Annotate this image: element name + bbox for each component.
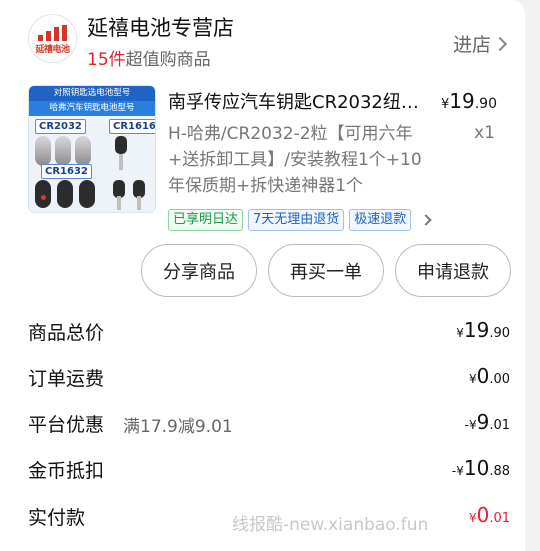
shop-subtitle: 15件超值购商品 [87,45,211,70]
watermark-text: 线报酷-new.xianbao.fun [232,515,429,535]
summary-row-coins: 金币抵扣 -¥10.88 [28,456,510,486]
share-product-button[interactable]: 分享商品 [141,244,257,297]
chevron-right-icon [492,36,508,51]
thumb-banner-1: 对照钥匙选电池型号 [29,86,155,101]
shop-logo-text: 延禧电池 [35,45,70,55]
total-label: 商品总价 [28,322,105,344]
car-key-icon [57,180,73,208]
tag-fast-refund: 极速退款 [349,209,412,231]
summary-row-discount: 平台优惠 满17.9减9.01 -¥9.01 [28,410,510,440]
enter-shop-label: 进店 [452,34,491,56]
enter-shop-link[interactable]: 进店 [452,30,508,57]
refund-button[interactable]: 申请退款 [395,244,511,297]
product-quantity: x1 [474,123,495,143]
summary-row-total: 商品总价 ¥19.90 [28,318,510,348]
product-title[interactable]: 南孚传应汽车钥匙CR2032纽… [168,88,419,114]
key-blade-icon [137,196,141,210]
page-margin [525,0,540,551]
shipping-value: ¥0.00 [468,364,510,388]
key-blade-icon [117,196,121,210]
thumb-banner-2: 哈弗汽车钥匙电池型号 [29,101,155,116]
chevron-right-icon[interactable] [420,214,432,226]
total-value: ¥19.90 [456,318,510,342]
summary-row-shipping: 订单运费 ¥0.00 [28,364,510,394]
discount-note: 满17.9减9.01 [123,417,233,437]
shop-item-count: 15件 [87,50,126,70]
car-key-icon [55,136,71,166]
tag-next-day: 已享明日达 [168,209,244,231]
car-key-icon [79,180,95,208]
product-price: ¥19.90 [441,89,497,113]
shop-subtitle-text: 超值购商品 [125,50,211,70]
discount-value: -¥9.01 [464,410,510,434]
coins-value: -¥10.88 [451,456,510,480]
car-key-icon [75,136,91,166]
paid-label: 实付款 [28,507,86,529]
paid-value: ¥0.01 [468,503,510,527]
service-tags[interactable]: 已享明日达 7天无理由退货 极速退款 [168,209,432,231]
discount-label: 平台优惠 [28,414,105,436]
car-key-icon [35,136,51,166]
tag-7day-return: 7天无理由退货 [248,209,345,231]
thumb-label-cr2032: CR2032 [35,119,86,134]
shipping-label: 订单运费 [28,368,105,390]
rebuy-button[interactable]: 再买一单 [268,244,384,297]
shop-name[interactable]: 延禧电池专营店 [87,12,234,42]
thumb-label-cr1616: CR1616 [109,119,155,134]
battery-bars-icon [38,25,68,41]
shop-logo[interactable]: 延禧电池 [28,14,77,63]
key-blade-icon [119,154,123,170]
product-thumbnail[interactable]: 对照钥匙选电池型号 哈弗汽车钥匙电池型号 CR2032 CR1616 CR163… [28,85,156,213]
product-spec: H-哈弗/CR2032-2粒【可用六年+送拆卸工具】/安装教程1个+10年保质期… [168,124,422,196]
car-key-icon [35,180,51,208]
car-key-icon [115,136,127,154]
coins-label: 金币抵扣 [28,460,105,482]
thumb-label-cr1632: CR1632 [41,164,92,179]
order-card: 延禧电池 延禧电池专营店 15件超值购商品 进店 对照钥匙选电池型号 哈弗汽车钥… [0,0,525,551]
